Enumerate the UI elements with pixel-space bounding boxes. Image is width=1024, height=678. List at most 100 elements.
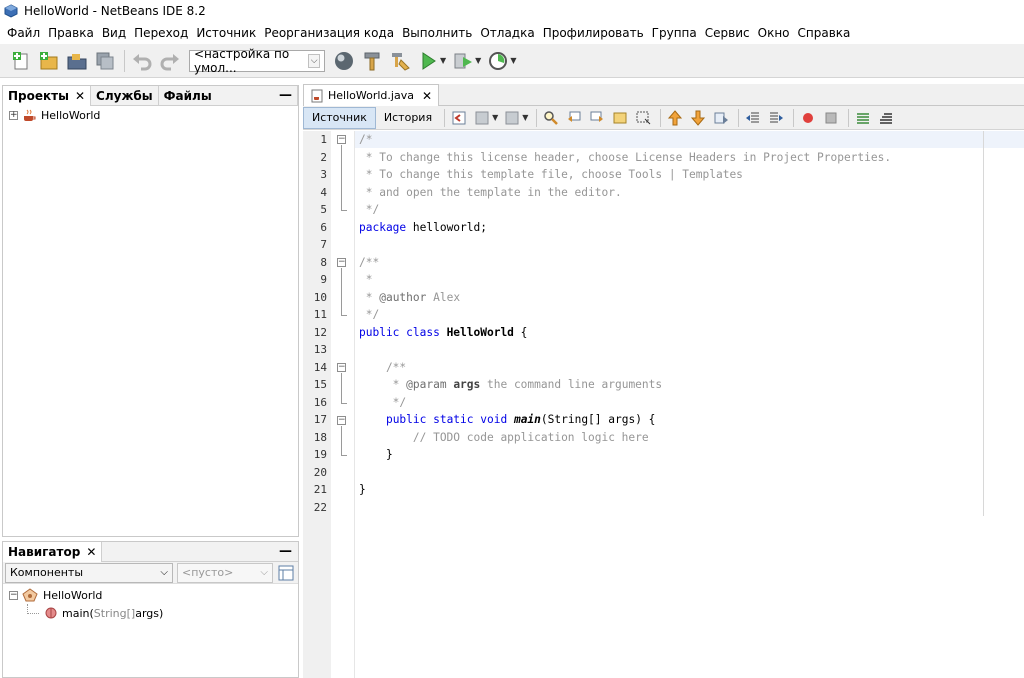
new-project-icon	[40, 51, 58, 69]
toggle-highlight-button[interactable]	[610, 108, 630, 128]
globe-icon	[335, 51, 353, 70]
next-bookmark-button[interactable]	[688, 108, 708, 128]
redo-button[interactable]	[157, 48, 183, 74]
java-file-icon	[311, 89, 323, 102]
tree-connector	[27, 604, 39, 614]
chevron-down-icon: ⌵	[308, 53, 320, 68]
debug-project-button[interactable]	[450, 48, 476, 74]
profile-project-button[interactable]	[485, 48, 511, 74]
expand-icon[interactable]: +	[9, 110, 18, 120]
profile-dropdown-arrow-icon[interactable]: ▼	[510, 56, 516, 65]
code-editor[interactable]: − − − − 1 2 3 4 5 6 7 8 9 10 11 12 13 14 15 16 17 18 19 20 2…	[303, 131, 1024, 678]
tree-item-helloworld-class[interactable]: − HelloWorld	[3, 586, 298, 604]
new-project-button[interactable]	[36, 48, 62, 74]
broom-hammer-icon	[392, 52, 410, 71]
code-text: (String[] args) {	[540, 413, 656, 426]
components-select[interactable]: Компоненты ⌵	[5, 562, 173, 583]
tab-services[interactable]: Службы	[91, 85, 159, 106]
menu-team[interactable]: Группа	[648, 22, 701, 44]
fold-toggle-icon[interactable]: −	[337, 363, 346, 372]
fold-toggle-icon[interactable]: −	[337, 416, 346, 425]
find-next-button[interactable]	[587, 108, 607, 128]
tab-projects[interactable]: Проекты ✕	[3, 85, 92, 106]
fold-toggle-icon[interactable]: −	[337, 258, 346, 267]
menu-debug[interactable]: Отладка	[476, 22, 538, 44]
new-file-icon	[13, 51, 28, 69]
run-project-button[interactable]	[415, 48, 441, 74]
tab-source[interactable]: Источник	[303, 106, 376, 129]
menu-tools[interactable]: Сервис	[701, 22, 754, 44]
tree-item-helloworld[interactable]: + HelloWorld	[3, 106, 298, 124]
code-line-21: }	[359, 483, 366, 496]
new-file-button[interactable]	[8, 48, 34, 74]
search-icon	[544, 110, 559, 125]
close-icon[interactable]: ✕	[86, 545, 96, 559]
tab-history[interactable]: История	[376, 107, 440, 129]
back-button[interactable]	[472, 108, 492, 128]
fold-guide-end	[341, 210, 347, 211]
toggle-bookmark-button[interactable]	[711, 108, 731, 128]
close-icon[interactable]: ✕	[422, 89, 432, 103]
menu-window[interactable]: Окно	[754, 22, 794, 44]
fold-guide	[341, 268, 342, 315]
previous-bookmark-button[interactable]	[665, 108, 685, 128]
forward-dropdown-arrow-icon[interactable]: ▼	[522, 113, 528, 122]
stop-icon	[825, 112, 837, 123]
shift-left-button[interactable]	[743, 108, 763, 128]
menu-help[interactable]: Справка	[794, 22, 855, 44]
uncomment-button[interactable]	[876, 108, 896, 128]
shift-right-button[interactable]	[766, 108, 786, 128]
tab-files[interactable]: Файлы	[159, 85, 298, 106]
comment-button[interactable]	[853, 108, 873, 128]
shift-left-icon	[746, 112, 760, 122]
member-select[interactable]: <пусто> ⌵	[177, 562, 273, 583]
minimize-panel-button[interactable]: —	[279, 544, 292, 559]
java-project-icon	[24, 109, 36, 121]
close-icon[interactable]: ✕	[75, 89, 85, 103]
build-project-button[interactable]	[359, 48, 385, 74]
menu-view[interactable]: Вид	[98, 22, 130, 44]
record-icon	[803, 112, 814, 123]
collapse-icon[interactable]: −	[9, 590, 18, 600]
find-previous-button[interactable]	[564, 108, 584, 128]
editor-file-tab[interactable]: HelloWorld.java ✕	[303, 84, 440, 106]
play-icon	[422, 51, 436, 70]
find-previous-icon	[568, 111, 581, 122]
menu-edit[interactable]: Правка	[44, 22, 98, 44]
menu-profile[interactable]: Профилировать	[539, 22, 648, 44]
line-number: 17	[313, 413, 327, 426]
menu-refactor[interactable]: Реорганизация кода	[260, 22, 398, 44]
open-project-button[interactable]	[64, 48, 90, 74]
method-name: main	[513, 413, 541, 426]
fold-toggle-icon[interactable]: −	[337, 135, 346, 144]
class-name: HelloWorld	[439, 325, 514, 339]
save-all-icon	[96, 52, 114, 69]
tab-navigator[interactable]: Навигатор ✕	[3, 541, 103, 562]
find-selection-button[interactable]	[541, 108, 561, 128]
line-number: 6	[320, 220, 327, 234]
save-all-button[interactable]	[92, 48, 118, 74]
run-dropdown-arrow-icon[interactable]: ▼	[440, 56, 446, 65]
clean-build-globe-button[interactable]	[331, 48, 357, 74]
forward-button[interactable]	[502, 108, 522, 128]
stop-macro-button[interactable]	[821, 108, 841, 128]
minimize-panel-button[interactable]: —	[279, 88, 292, 103]
menu-run[interactable]: Выполнить	[398, 22, 476, 44]
navigator-controls: Компоненты ⌵ <пусто> ⌵	[3, 562, 298, 584]
start-macro-button[interactable]	[798, 108, 818, 128]
back-dropdown-arrow-icon[interactable]: ▼	[492, 113, 498, 122]
menu-file[interactable]: Файл	[3, 22, 44, 44]
toggle-rect-selection-button[interactable]	[633, 108, 653, 128]
configuration-select[interactable]: <настройка по умол... ⌵	[189, 47, 325, 75]
tree-item-main-method[interactable]: main(String[] args)	[3, 604, 298, 622]
debug-dropdown-arrow-icon[interactable]: ▼	[475, 56, 481, 65]
menu-source[interactable]: Источник	[192, 22, 260, 44]
menu-navigate[interactable]: Переход	[130, 22, 192, 44]
line-number: 9	[320, 273, 327, 286]
last-edit-button[interactable]	[449, 108, 469, 128]
rect-selection-icon	[636, 111, 651, 124]
undo-button[interactable]	[129, 48, 155, 74]
clean-and-build-button[interactable]	[387, 48, 413, 74]
navigator-options-icon[interactable]	[277, 564, 295, 582]
code-line-8: /**	[359, 255, 380, 269]
